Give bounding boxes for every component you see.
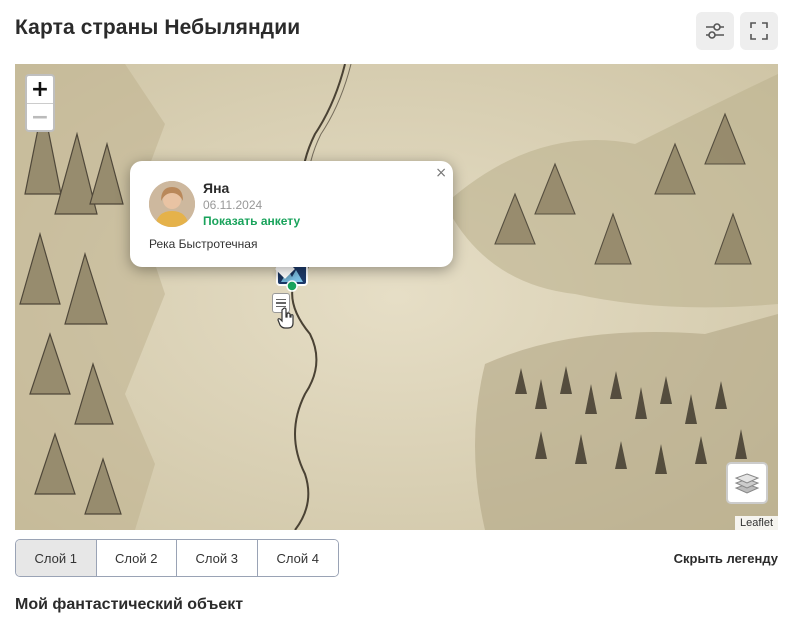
avatar[interactable] [149,181,195,227]
fullscreen-icon [750,22,768,40]
layer-tabs: Слой 1 Слой 2 Слой 3 Слой 4 [15,539,339,577]
map-view[interactable]: + − × Яна 06.11.2024 Показать анкету Рек… [15,64,778,530]
map-attribution[interactable]: Leaflet [734,516,778,530]
marker-popup: × Яна 06.11.2024 Показать анкету Река Бы… [130,161,453,267]
layers-control[interactable] [726,462,768,504]
hand-cursor-icon [277,307,294,329]
popup-text: Река Быстротечная [149,237,258,251]
map-background [15,64,778,530]
tab-layer-4[interactable]: Слой 4 [257,540,338,576]
tab-layer-2[interactable]: Слой 2 [96,540,177,576]
show-profile-link[interactable]: Показать анкету [203,214,300,228]
sliders-icon [706,23,724,39]
tab-layer-1[interactable]: Слой 1 [16,540,97,576]
fullscreen-button[interactable] [740,12,778,50]
zoom-control: + − [25,74,55,132]
zoom-out-button[interactable]: − [27,103,53,130]
popup-date: 06.11.2024 [203,198,263,212]
page-title: Карта страны Небыляндии [15,16,301,39]
object-title: Мой фантастический объект [15,596,244,613]
hide-legend-button[interactable]: Скрыть легенду [674,551,778,566]
layers-icon [734,473,760,494]
tab-layer-3[interactable]: Слой 3 [177,540,258,576]
filter-button[interactable] [696,12,734,50]
popup-user-name[interactable]: Яна [203,180,229,196]
zoom-in-button[interactable]: + [27,76,53,103]
popup-close-button[interactable]: × [435,165,447,181]
